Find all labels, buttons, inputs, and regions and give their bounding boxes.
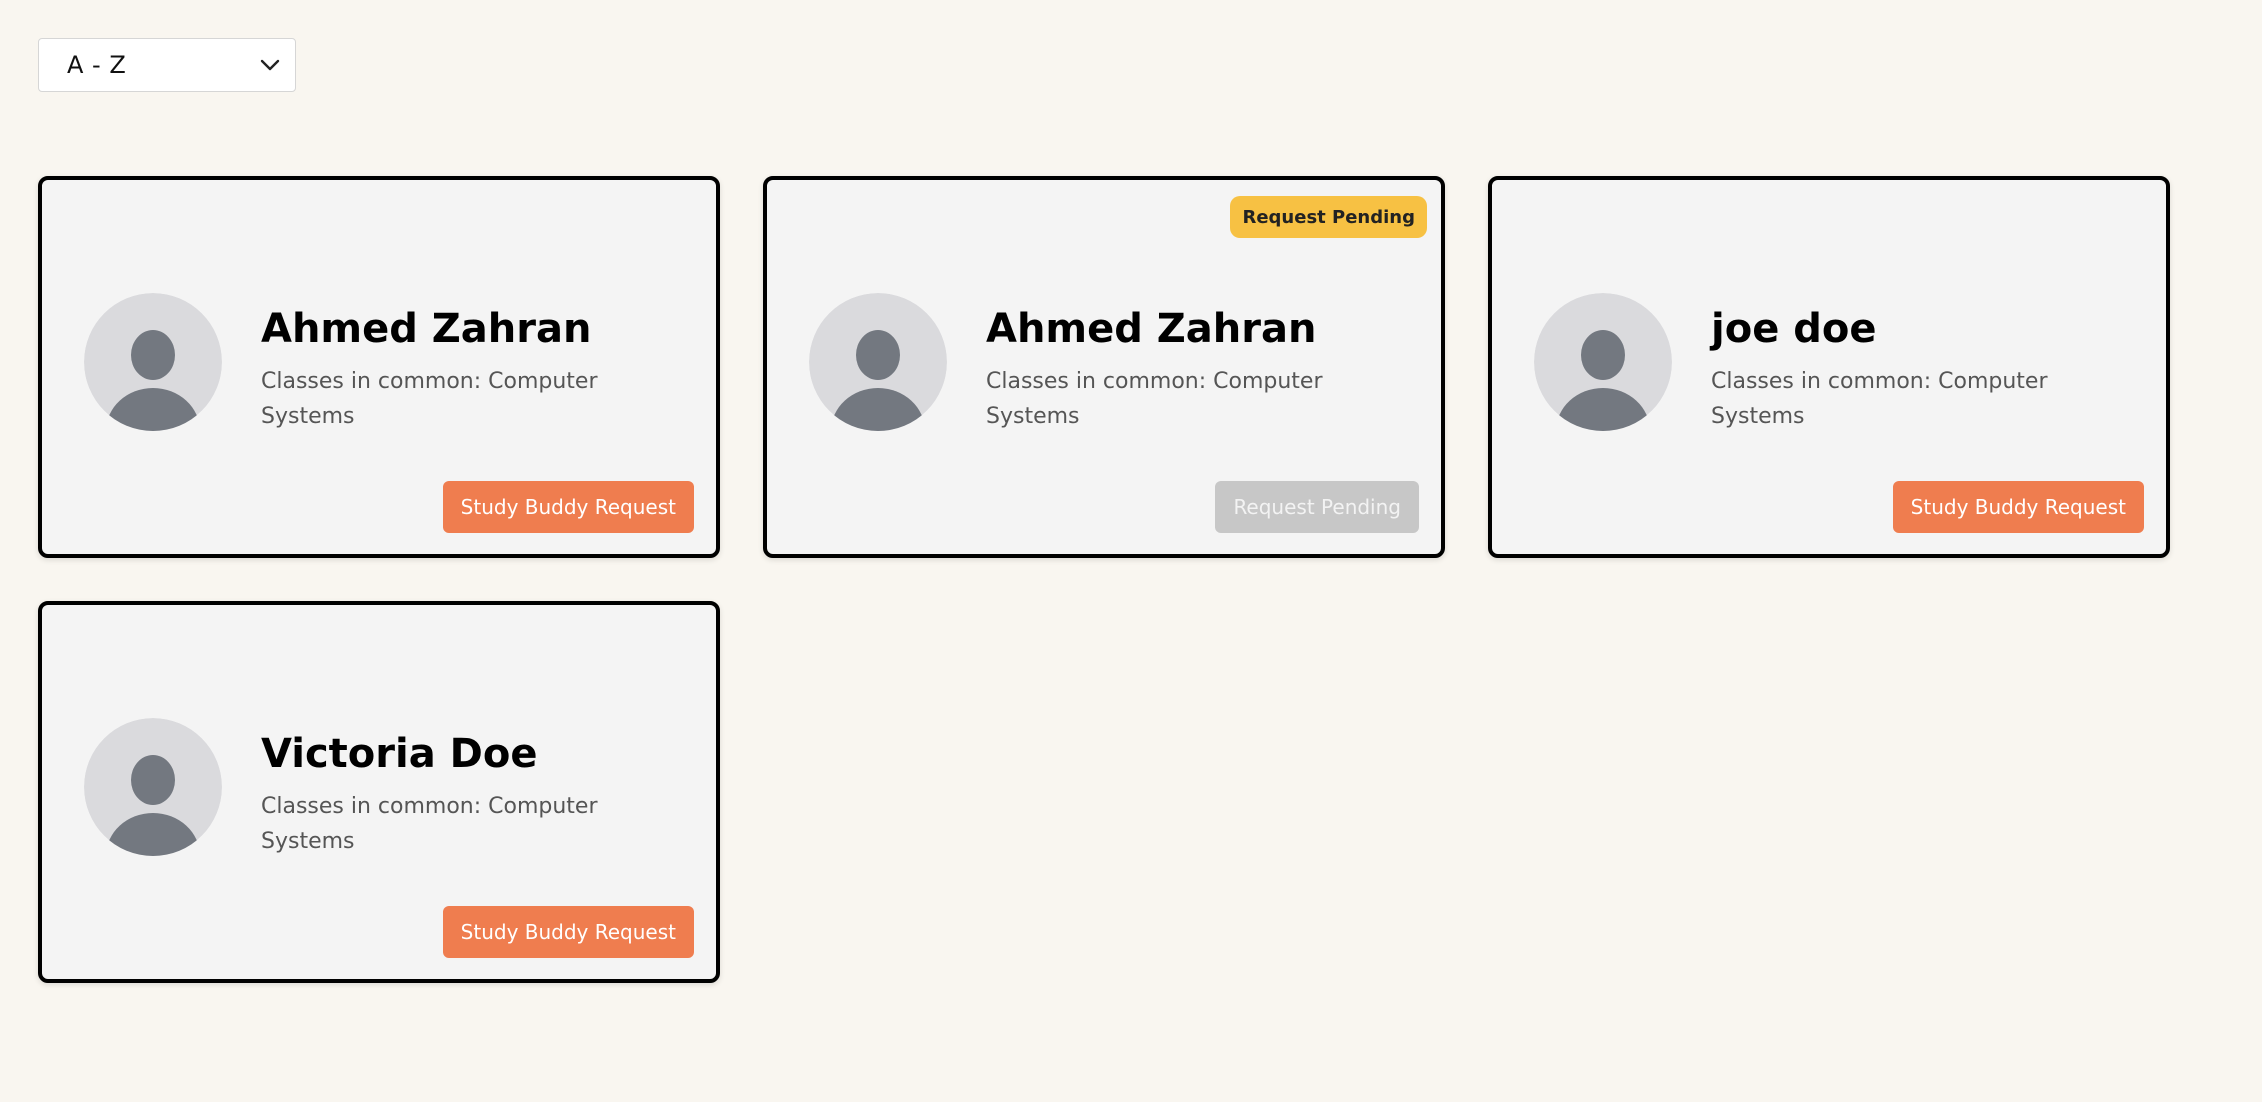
- chevron-down-icon: [259, 58, 281, 72]
- student-card: joe doe Classes in common: Computer Syst…: [1488, 176, 2170, 558]
- default-user-avatar-icon: [84, 718, 222, 856]
- default-user-avatar-icon: [84, 293, 222, 431]
- default-user-avatar-icon: [809, 293, 947, 431]
- student-name: Ahmed Zahran: [261, 306, 592, 352]
- classes-in-common: Classes in common: Computer Systems: [261, 369, 598, 429]
- study-buddy-request-button[interactable]: Study Buddy Request: [442, 481, 694, 533]
- classes-in-common: Classes in common: Computer Systems: [1711, 369, 2048, 429]
- study-buddy-request-button[interactable]: Study Buddy Request: [1892, 481, 2144, 533]
- study-buddy-request-button[interactable]: Study Buddy Request: [442, 906, 694, 958]
- student-name: Victoria Doe: [261, 731, 538, 777]
- classes-in-common: Classes in common: Computer Systems: [261, 794, 598, 854]
- classes-in-common: Classes in common: Computer Systems: [986, 369, 1323, 429]
- student-card-grid: Ahmed Zahran Classes in common: Computer…: [38, 176, 2178, 983]
- request-pending-button[interactable]: Request Pending: [1215, 481, 1419, 533]
- student-name: Ahmed Zahran: [986, 306, 1317, 352]
- sort-select[interactable]: A - Z: [38, 38, 296, 92]
- request-pending-badge: Request Pending: [1230, 196, 1427, 238]
- student-name: joe doe: [1711, 306, 1877, 352]
- student-card: Ahmed Zahran Classes in common: Computer…: [38, 176, 720, 558]
- sort-select-value: A - Z: [67, 51, 127, 79]
- student-card: Victoria Doe Classes in common: Computer…: [38, 601, 720, 983]
- default-user-avatar-icon: [1534, 293, 1672, 431]
- student-card: Request Pending Ahmed Zahran Classes in …: [763, 176, 1445, 558]
